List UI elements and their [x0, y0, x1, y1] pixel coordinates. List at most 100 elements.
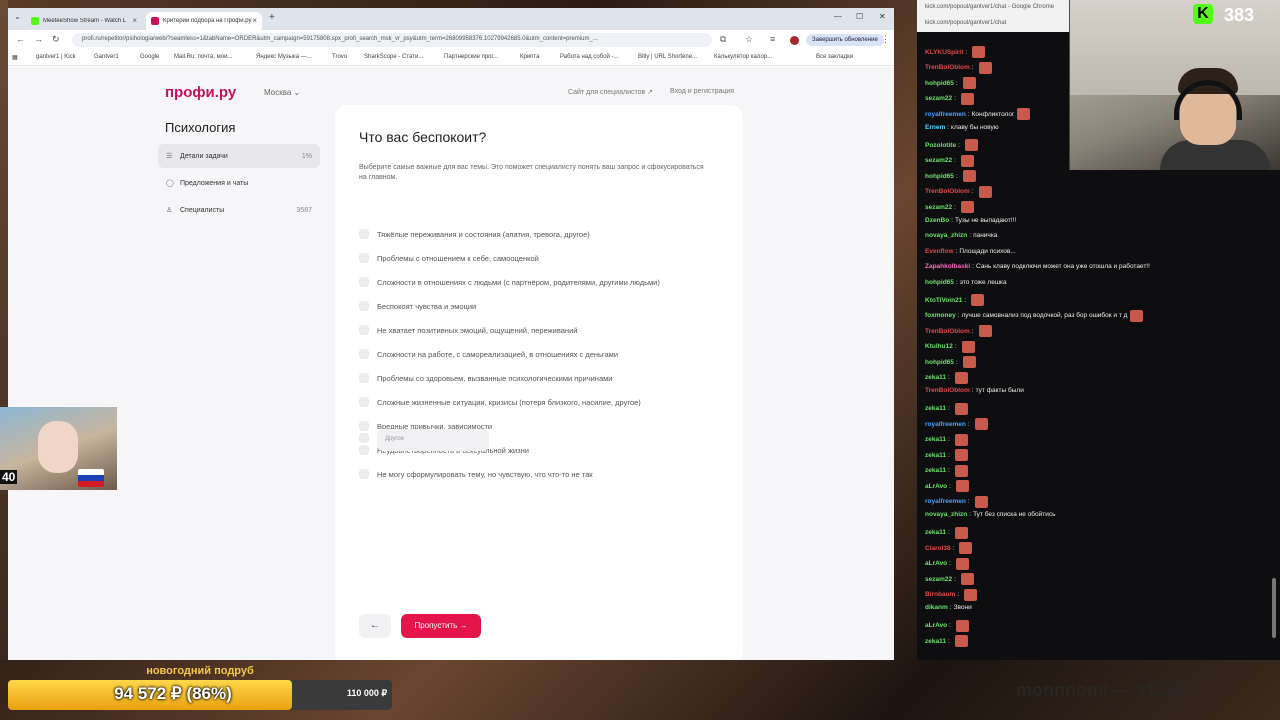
tab-profi[interactable]: Критерии подбора на Профи.ру ×: [146, 12, 262, 30]
chat-username[interactable]: hohpid65: [925, 359, 954, 366]
bookmark-item[interactable]: Калькулятор калор...: [714, 54, 772, 60]
login-link[interactable]: Вход и регистрация: [670, 88, 734, 95]
chat-username[interactable]: sezam22: [925, 95, 952, 102]
option-item[interactable]: Сложные жизненные ситуации, кризисы (пот…: [359, 395, 641, 409]
star-icon[interactable]: ☆: [745, 34, 753, 45]
chat-username[interactable]: DzenBo: [925, 217, 949, 224]
chat-username[interactable]: Ktulhu12: [925, 343, 953, 350]
extension-icon[interactable]: ⧉: [720, 34, 726, 45]
chat-username[interactable]: hohpid65: [925, 80, 954, 87]
bookmark-item[interactable]: Яндекс Музыка —...: [256, 54, 312, 60]
chat-username[interactable]: aLrAvo: [925, 622, 947, 629]
chat-username[interactable]: sezam22: [925, 204, 952, 211]
chat-username[interactable]: KLYKUSpirit: [925, 49, 963, 56]
chat-username[interactable]: foxmoney: [925, 312, 956, 319]
option-checkbox[interactable]: [359, 229, 369, 239]
option-checkbox[interactable]: [359, 397, 369, 407]
bookmark-item[interactable]: Партнерские прог...: [444, 54, 498, 60]
option-checkbox[interactable]: [359, 373, 369, 383]
sidebar-item-task-details[interactable]: ☰ Детали задачи 1%: [158, 144, 320, 168]
back-arrow-icon[interactable]: ←: [16, 34, 25, 44]
option-checkbox[interactable]: [359, 253, 369, 263]
chat-username[interactable]: Ernem: [925, 124, 945, 131]
close-icon[interactable]: ×: [252, 16, 257, 25]
chat-username[interactable]: zeka11: [925, 405, 946, 412]
sidebar-item-specialists[interactable]: ♙ Специалисты 3587: [158, 198, 320, 222]
chat-username[interactable]: TrenBolOblom: [925, 328, 970, 335]
bookmark-item[interactable]: Gantver1: [94, 54, 119, 60]
chat-username[interactable]: TrenBolOblom: [925, 387, 970, 394]
menu-icon[interactable]: ⋮: [881, 34, 890, 45]
other-checkbox[interactable]: [359, 433, 369, 443]
bookmark-item[interactable]: Trovo: [332, 54, 347, 60]
bookmark-item[interactable]: Bitly | URL Shortene...: [638, 54, 697, 60]
tab-search-icon[interactable]: ⌄: [14, 12, 21, 21]
media-icon[interactable]: ≡: [770, 34, 775, 44]
url-input[interactable]: profi.ru/repetitor/psihologia/web/?seaml…: [72, 33, 712, 47]
forward-arrow-icon[interactable]: →: [34, 34, 43, 44]
chat-username[interactable]: zeka11: [925, 436, 946, 443]
chat-username[interactable]: TrenBolOblom: [925, 188, 970, 195]
chat-username[interactable]: royalfreemen: [925, 111, 966, 118]
bookmark-item[interactable]: Работа над собой -...: [560, 54, 618, 60]
chat-username[interactable]: Ciarol38: [925, 545, 951, 552]
option-checkbox[interactable]: [359, 277, 369, 287]
chat-username[interactable]: KtoTiVoin21: [925, 297, 962, 304]
option-checkbox[interactable]: [359, 349, 369, 359]
chat-username[interactable]: Zapahkolbaski: [925, 263, 970, 270]
option-checkbox[interactable]: [359, 325, 369, 335]
option-item[interactable]: Сложности в отношениях с людьми (с партн…: [359, 275, 660, 289]
chat-username[interactable]: Pozolotite: [925, 142, 956, 149]
chat-username[interactable]: zeka11: [925, 374, 946, 381]
bookmark-item[interactable]: Google: [140, 54, 159, 60]
option-item[interactable]: Тяжёлые переживания и состояния (апатия,…: [359, 227, 590, 241]
back-button[interactable]: ←: [359, 614, 391, 638]
option-item[interactable]: Проблемы с отношением к себе, самооценко…: [359, 251, 539, 265]
option-item[interactable]: Не могу сформулировать тему, но чувствую…: [359, 467, 593, 481]
city-selector[interactable]: Москва ⌄: [264, 88, 300, 97]
chat-username[interactable]: TrenBolOblom: [925, 64, 970, 71]
sidebar-item-offers[interactable]: ◯ Предложения и чаты: [158, 171, 320, 195]
new-tab-icon[interactable]: +: [269, 12, 275, 23]
chat-scrollbar[interactable]: [1272, 578, 1276, 638]
chat-username[interactable]: royalfreemen: [925, 421, 966, 428]
apps-icon[interactable]: ▦: [12, 54, 18, 61]
other-input[interactable]: Другое: [377, 429, 489, 451]
window-close-icon[interactable]: ✕: [879, 12, 886, 21]
chat-username[interactable]: novaya_zhizn: [925, 232, 967, 239]
chat-username[interactable]: zeka11: [925, 638, 946, 645]
chat-username[interactable]: hohpid65: [925, 279, 954, 286]
tab-kick[interactable]: MeeteeShow Stream - Watch L ×: [26, 12, 142, 30]
site-logo[interactable]: профи.ру: [165, 84, 236, 101]
option-item[interactable]: Не хватает позитивных эмоций, ощущений, …: [359, 323, 577, 337]
option-item[interactable]: Проблемы со здоровьем, вызванные психоло…: [359, 371, 612, 385]
close-icon[interactable]: ×: [132, 16, 137, 25]
chat-username[interactable]: royalfreemen: [925, 498, 966, 505]
option-checkbox[interactable]: [359, 445, 369, 455]
bookmark-item[interactable]: gantver1 | Kick: [36, 54, 76, 60]
option-checkbox[interactable]: [359, 421, 369, 431]
chat-username[interactable]: zeka11: [925, 529, 946, 536]
specialists-site-link[interactable]: Сайт для специалистов ↗: [568, 88, 653, 96]
option-checkbox[interactable]: [359, 469, 369, 479]
all-bookmarks[interactable]: Все закладки: [816, 54, 853, 60]
bookmark-item[interactable]: Крипта: [520, 54, 539, 60]
minimize-icon[interactable]: —: [834, 12, 842, 21]
bookmark-item[interactable]: Mail.Ru: почта, мои...: [174, 54, 232, 60]
chat-username[interactable]: aLrAvo: [925, 560, 947, 567]
chat-username[interactable]: zeka11: [925, 467, 946, 474]
option-item[interactable]: Беспокоят чувства и эмоции: [359, 299, 476, 313]
chat-username[interactable]: Birnbaum: [925, 591, 955, 598]
bookmark-item[interactable]: SharkScope - Стати...: [364, 54, 423, 60]
chat-username[interactable]: sezam22: [925, 576, 952, 583]
chat-username[interactable]: sezam22: [925, 157, 952, 164]
profile-avatar[interactable]: [790, 36, 799, 45]
chat-username[interactable]: zeka11: [925, 452, 946, 459]
chat-username[interactable]: dikanm: [925, 604, 948, 611]
chat-username[interactable]: Evenflow: [925, 248, 954, 255]
chat-url[interactable]: kick.com/popout/gantver1/chat: [925, 20, 1006, 26]
option-checkbox[interactable]: [359, 301, 369, 311]
reload-icon[interactable]: ↻: [52, 34, 60, 45]
option-item[interactable]: Сложности на работе, с самореализацией, …: [359, 347, 618, 361]
update-button[interactable]: Завершить обновление: [806, 34, 884, 46]
